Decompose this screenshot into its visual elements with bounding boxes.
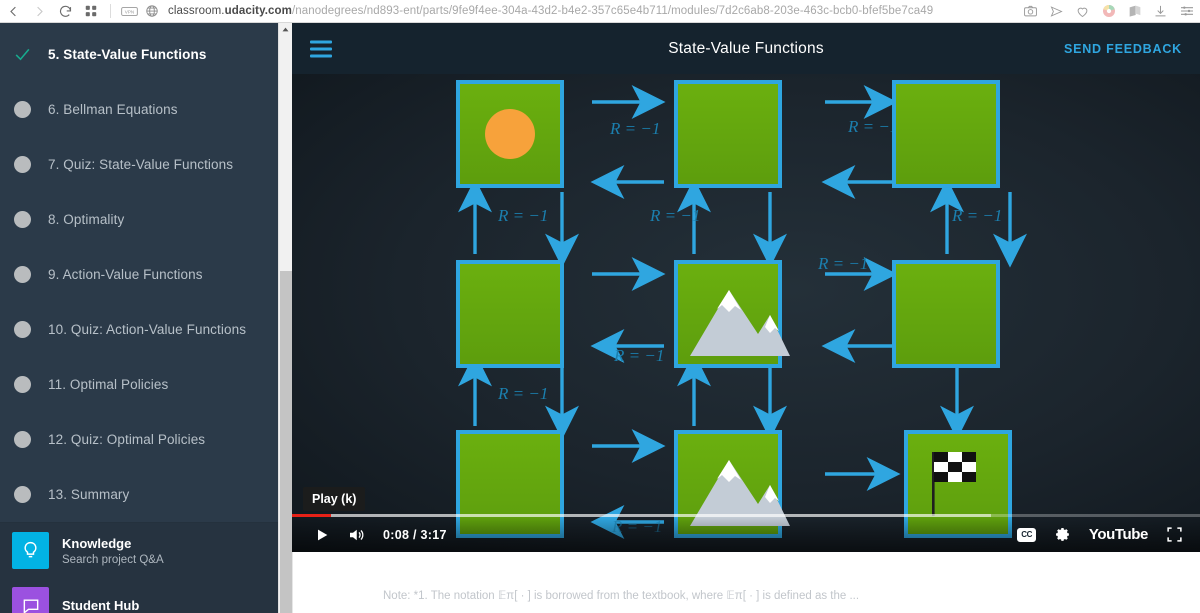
mdp-grid-diagram: R = −1 R = −1 R = −1 R = −1 R = −1 R = −… <box>456 80 1027 539</box>
reward-label: R = −1 <box>497 384 548 403</box>
sidebar-item-13[interactable]: 13. Summary <box>0 467 278 522</box>
video-player[interactable]: R = −1 R = −1 R = −1 R = −1 R = −1 R = −… <box>292 74 1200 552</box>
reward-label: R = −1 <box>649 206 700 225</box>
reward-label: R = −1 <box>497 206 548 225</box>
grid-cell-mountain <box>674 260 790 368</box>
sun-icon <box>485 109 535 159</box>
forward-button[interactable] <box>26 0 52 22</box>
address-bar[interactable]: VPN classroom.udacity.com/nanodegrees/nd… <box>117 0 1022 22</box>
browser-toolbar: VPN classroom.udacity.com/nanodegrees/nd… <box>0 0 1200 23</box>
video-header-bar: State-Value Functions SEND FEEDBACK <box>292 23 1200 74</box>
sidebar-item-label: 9. Action-Value Functions <box>48 267 203 282</box>
lesson-note-area: Note: *1. The notation 𝔼π[ · ] is borrow… <box>292 552 1200 613</box>
incomplete-dot-icon <box>12 375 32 395</box>
svg-text:VPN: VPN <box>125 9 134 14</box>
extension-color-icon[interactable] <box>1100 3 1117 20</box>
hamburger-menu-icon[interactable] <box>310 40 332 57</box>
incomplete-dot-icon <box>12 320 32 340</box>
sidebar-item-label: 13. Summary <box>48 487 130 502</box>
sidebar-item-label: 10. Quiz: Action-Value Functions <box>48 322 247 337</box>
sidebar-item-6[interactable]: 6. Bellman Equations <box>0 82 278 137</box>
vpn-badge-icon: VPN <box>121 6 138 17</box>
main-content: State-Value Functions SEND FEEDBACK R = … <box>292 23 1200 613</box>
toolbar-divider <box>110 4 111 18</box>
page-root: VPN classroom.udacity.com/nanodegrees/nd… <box>0 0 1200 613</box>
tabs-overview-button[interactable] <box>78 0 104 22</box>
reward-label: R = −1 <box>613 346 664 365</box>
lesson-note-text: Note: *1. The notation 𝔼π[ · ] is borrow… <box>383 590 860 602</box>
browser-actions <box>1022 3 1200 20</box>
video-controls: 0:08 / 3:17 CC YouTube <box>292 517 1200 552</box>
settings-sliders-icon[interactable] <box>1178 3 1195 20</box>
check-icon <box>12 45 32 65</box>
favorite-heart-icon[interactable] <box>1074 3 1091 20</box>
video-time: 0:08 / 3:17 <box>383 527 447 542</box>
grid-cell-empty <box>892 260 1000 368</box>
youtube-brand-label[interactable]: YouTube <box>1089 526 1149 543</box>
sidebar-item-8[interactable]: 8. Optimality <box>0 192 278 247</box>
reading-list-icon[interactable] <box>1126 3 1143 20</box>
incomplete-dot-icon <box>12 485 32 505</box>
sidebar-item-label: 7. Quiz: State-Value Functions <box>48 157 234 172</box>
gear-icon[interactable] <box>1054 526 1071 543</box>
sidebar-item-5[interactable]: 5. State-Value Functions <box>0 27 278 82</box>
incomplete-dot-icon <box>12 155 32 175</box>
sidebar-item-7[interactable]: 7. Quiz: State-Value Functions <box>0 137 278 192</box>
reward-label: R = −1 <box>847 117 898 136</box>
sidebar-student-hub-link[interactable]: Student Hub <box>0 578 278 613</box>
sidebar-item-12[interactable]: 12. Quiz: Optimal Policies <box>0 412 278 467</box>
url-subdomain: classroom. <box>168 5 225 17</box>
lightbulb-icon <box>12 532 49 569</box>
sidebar-item-10[interactable]: 10. Quiz: Action-Value Functions <box>0 302 278 357</box>
scrollbar-thumb[interactable] <box>280 271 292 613</box>
sidebar-item-label: 8. Optimality <box>48 212 125 227</box>
sidebar-item-label: 11. Optimal Policies <box>48 377 169 392</box>
sidebar-item-label: 6. Bellman Equations <box>48 102 178 117</box>
fullscreen-icon[interactable] <box>1166 526 1183 543</box>
sidebar-item-11[interactable]: 11. Optimal Policies <box>0 357 278 412</box>
reward-label: R = −1 <box>817 254 868 273</box>
site-globe-icon <box>145 4 159 18</box>
knowledge-subtitle: Search project Q&A <box>62 553 164 566</box>
reward-label: R = −1 <box>609 119 660 138</box>
send-feedback-button[interactable]: SEND FEEDBACK <box>1064 42 1182 56</box>
url-domain: udacity.com <box>224 5 292 17</box>
incomplete-dot-icon <box>12 430 32 450</box>
grid-cell-empty <box>456 260 564 368</box>
grid-cell-empty <box>892 80 1000 188</box>
reward-label: R = −1 <box>951 206 1002 225</box>
sidebar-scrollbar[interactable] <box>278 23 292 613</box>
sidebar-item-label: 5. State-Value Functions <box>48 47 207 62</box>
play-tooltip: Play (k) <box>303 487 366 511</box>
grid-cell-empty <box>674 80 782 188</box>
back-button[interactable] <box>0 0 26 22</box>
student-hub-title: Student Hub <box>62 598 140 613</box>
incomplete-dot-icon <box>12 100 32 120</box>
url-path: /nanodegrees/nd893-ent/parts/9fe9f4ee-30… <box>291 5 934 17</box>
knowledge-title: Knowledge <box>62 535 132 551</box>
url-text: classroom.udacity.com/nanodegrees/nd893-… <box>166 5 933 17</box>
chat-icon <box>12 587 49 613</box>
lesson-list: 5. State-Value Functions 6. Bellman Equa… <box>0 23 278 522</box>
sidebar-item-label: 12. Quiz: Optimal Policies <box>48 432 206 447</box>
play-icon[interactable] <box>305 520 339 550</box>
volume-on-icon[interactable] <box>339 520 373 550</box>
incomplete-dot-icon <box>12 210 32 230</box>
send-icon[interactable] <box>1048 3 1065 20</box>
download-icon[interactable] <box>1152 3 1169 20</box>
sidebar-knowledge-link[interactable]: Knowledge Search project Q&A <box>0 523 278 578</box>
lesson-sidebar: 5. State-Value Functions 6. Bellman Equa… <box>0 23 278 613</box>
scroll-up-arrow-icon[interactable] <box>279 23 292 36</box>
captions-button[interactable]: CC <box>1017 527 1036 542</box>
screenshot-icon[interactable] <box>1022 3 1039 20</box>
sidebar-item-9[interactable]: 9. Action-Value Functions <box>0 247 278 302</box>
reload-button[interactable] <box>52 0 78 22</box>
incomplete-dot-icon <box>12 265 32 285</box>
